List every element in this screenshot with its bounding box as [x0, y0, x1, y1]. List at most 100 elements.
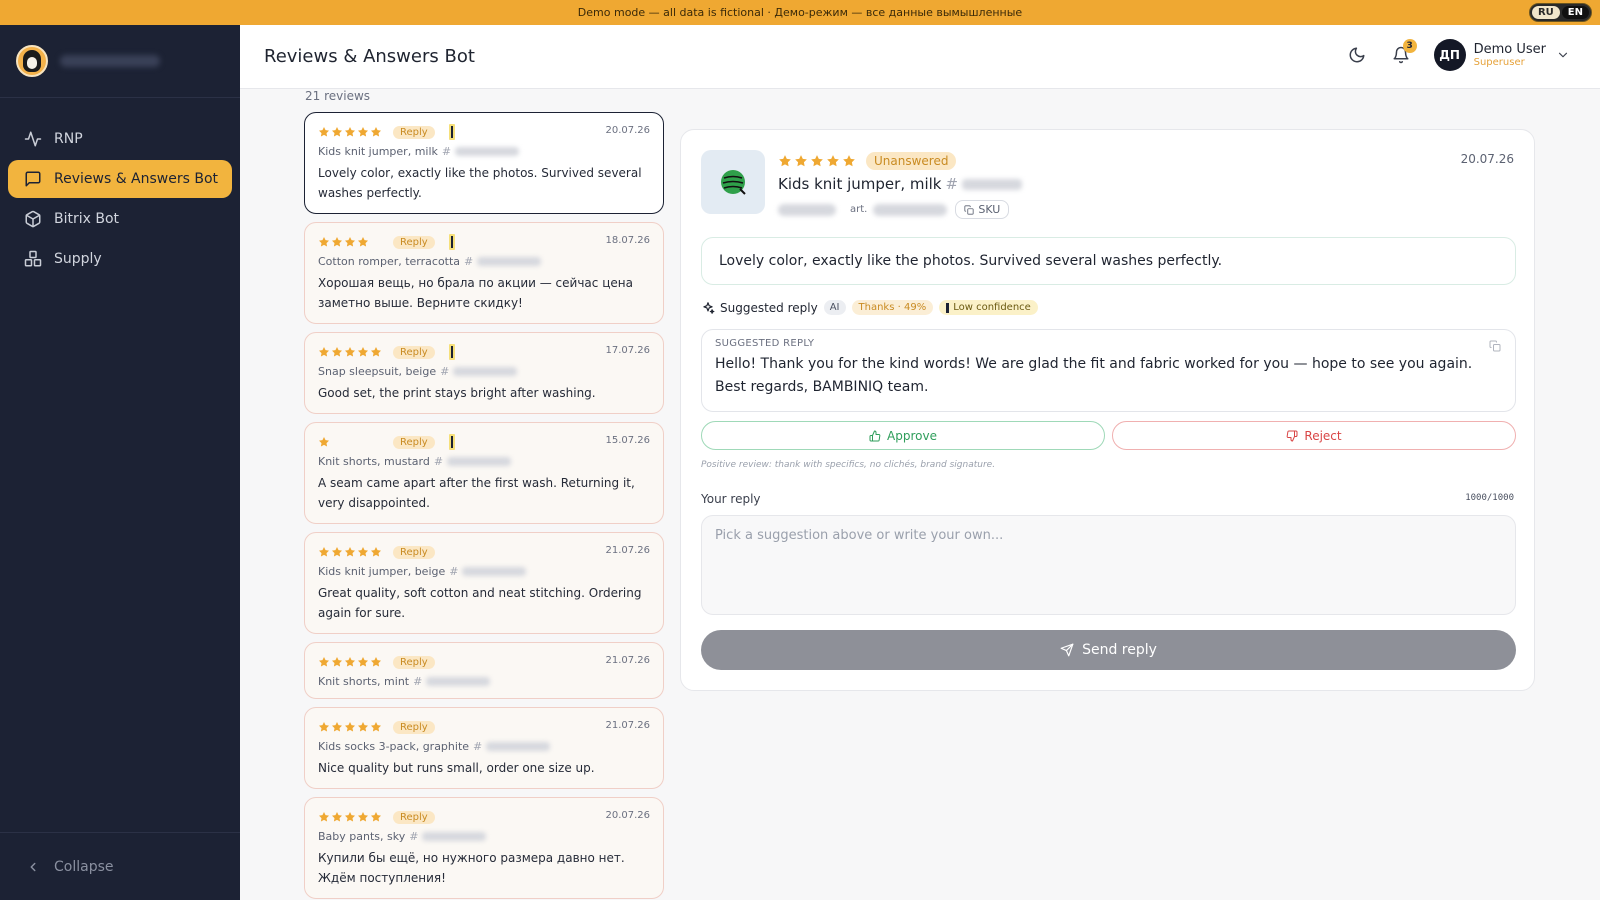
sidebar-item-label: RNP [54, 131, 83, 147]
page-title: Reviews & Answers Bot [264, 46, 475, 67]
low-confidence-marker [448, 434, 455, 450]
theme-toggle-button[interactable] [1346, 44, 1368, 66]
user-role: Superuser [1473, 57, 1525, 68]
review-product: Kids knit jumper, beige # [318, 565, 650, 578]
language-switch[interactable]: RU EN [1528, 3, 1592, 22]
low-confidence-marker [448, 124, 455, 140]
review-date: 21.07.26 [605, 720, 650, 731]
star-icon [358, 347, 368, 357]
review-date: 20.07.26 [605, 125, 650, 136]
collapse-button[interactable]: Collapse [0, 832, 240, 900]
ai-badge: AI [823, 300, 846, 315]
lang-ru[interactable]: RU [1531, 6, 1560, 19]
review-card[interactable]: Reply 20.07.26 Kids knit jumper, milk # Love… [304, 112, 664, 214]
sidebar-nav: RNP Reviews & Answers Bot Bitrix Bot Sup… [0, 98, 240, 278]
product-name: Kids knit jumper, milk [778, 175, 942, 193]
star-icon [811, 155, 823, 167]
message-square-icon [25, 171, 41, 187]
sku-label: SKU [978, 203, 1001, 216]
reply-textarea[interactable] [701, 515, 1516, 615]
chevron-down-icon[interactable] [1556, 48, 1570, 62]
product-name: Knit shorts, mustard [318, 455, 430, 468]
product-name: Kids socks 3-pack, graphite [318, 740, 470, 753]
star-icon [358, 722, 368, 732]
review-product: Cotton romper, terracotta # [318, 255, 650, 268]
star-icon [371, 547, 381, 557]
review-detail-panel: Unanswered 20.07.26 Kids knit jumper, mi… [680, 129, 1535, 691]
sidebar-item-label: Bitrix Bot [54, 211, 120, 227]
reviews-count: 21 reviews [305, 89, 371, 103]
lang-en[interactable]: EN [1561, 6, 1589, 19]
review-card-header: Reply [318, 434, 650, 450]
detail-rating: Unanswered [778, 152, 957, 170]
star-icon [358, 812, 368, 822]
star-icon [843, 155, 855, 167]
reply-badge: Reply [393, 235, 435, 249]
hash-icon: # [945, 175, 959, 193]
review-text: Купили бы ещё, но нужного размера давно … [318, 851, 625, 885]
review-card[interactable]: Reply 21.07.26 Kids knit jumper, beige # Gre… [304, 532, 664, 634]
review-text-box: Lovely color, exactly like the photos. S… [701, 237, 1516, 285]
brand[interactable] [0, 25, 240, 98]
review-product: Kids socks 3-pack, graphite # [318, 740, 650, 753]
top-header: Reviews & Answers Bot 3 ДП Demo User Sup… [240, 25, 1600, 89]
copy-sku-button[interactable]: SKU [955, 200, 1010, 219]
star-icon [319, 127, 329, 137]
star-icon [371, 812, 381, 822]
header-actions: 3 ДП Demo User Superuser [1346, 39, 1570, 71]
suggested-reply-box[interactable]: SUGGESTED REPLY Hello! Thank you for the… [701, 329, 1516, 412]
brand-name-redacted [60, 55, 160, 67]
thumbs-down-icon [1287, 430, 1298, 441]
star-icon [319, 657, 329, 667]
send-reply-button[interactable]: Send reply [701, 630, 1516, 670]
reply-badge: Reply [393, 720, 435, 734]
review-text: Nice quality but runs small, order one s… [318, 761, 595, 775]
hash-icon: # [473, 740, 483, 753]
sidebar-item-supply[interactable]: Supply [8, 240, 232, 278]
review-card-header: Reply [318, 719, 650, 735]
approve-button[interactable]: Approve [701, 421, 1105, 450]
box-icon [25, 210, 41, 228]
review-card-header: Reply [318, 809, 650, 825]
review-card[interactable]: Reply 21.07.26 Knit shorts, mint # [304, 642, 664, 699]
send-icon [1060, 643, 1074, 657]
product-name: Kids knit jumper, milk [318, 145, 438, 158]
reject-button[interactable]: Reject [1112, 421, 1516, 450]
product-name: Baby pants, sky [318, 830, 406, 843]
review-card[interactable]: Reply 15.07.26 Knit shorts, mustard # A seam… [304, 422, 664, 524]
star-rating [318, 811, 383, 823]
product-id-redacted [477, 257, 542, 266]
user-menu[interactable]: Demo User Superuser [1474, 42, 1546, 68]
product-id-redacted [962, 178, 1023, 190]
demo-banner: Demo mode — all data is fictional · Демо… [0, 0, 1600, 25]
review-date: 20.07.26 [605, 810, 650, 821]
chevron-left-icon [30, 862, 36, 871]
review-card[interactable]: Reply 20.07.26 Baby pants, sky # Купили бы е… [304, 797, 664, 899]
avatar[interactable]: ДП [1433, 39, 1466, 71]
review-card[interactable]: Reply 21.07.26 Kids socks 3-pack, graphite… [304, 707, 664, 789]
notifications-button[interactable]: 3 [1390, 39, 1417, 66]
review-date: 15.07.26 [605, 435, 650, 446]
reject-label: Reject [1304, 428, 1342, 443]
product-name: Snap sleepsuit, beige [318, 365, 437, 378]
star-icon [345, 547, 355, 557]
star-icon [358, 237, 368, 247]
review-card[interactable]: Reply 17.07.26 Snap sleepsuit, beige # Good … [304, 332, 664, 414]
hash-icon: # [441, 145, 452, 158]
star-icon [319, 722, 329, 732]
star-rating [318, 436, 331, 448]
suggested-reply-title: Suggested reply [720, 300, 818, 315]
product-name: Cotton romper, terracotta [318, 255, 461, 268]
review-date: 21.07.26 [605, 655, 650, 666]
star-icon [345, 237, 355, 247]
star-icon [345, 722, 355, 732]
sidebar-item-reviews[interactable]: Reviews & Answers Bot [8, 160, 232, 198]
collapse-label: Collapse [54, 858, 114, 875]
low-confidence-badge: Low confidence [939, 300, 1038, 315]
sidebar-item-rnp[interactable]: RNP [8, 120, 232, 158]
sidebar-item-bitrix-bot[interactable]: Bitrix Bot [8, 200, 232, 238]
review-card-header: Reply [318, 544, 650, 560]
review-card[interactable]: Reply 18.07.26 Cotton romper, terracotta # Х… [304, 222, 664, 324]
review-text: A seam came apart after the first wash. … [318, 476, 635, 510]
copy-icon[interactable] [1489, 340, 1501, 352]
